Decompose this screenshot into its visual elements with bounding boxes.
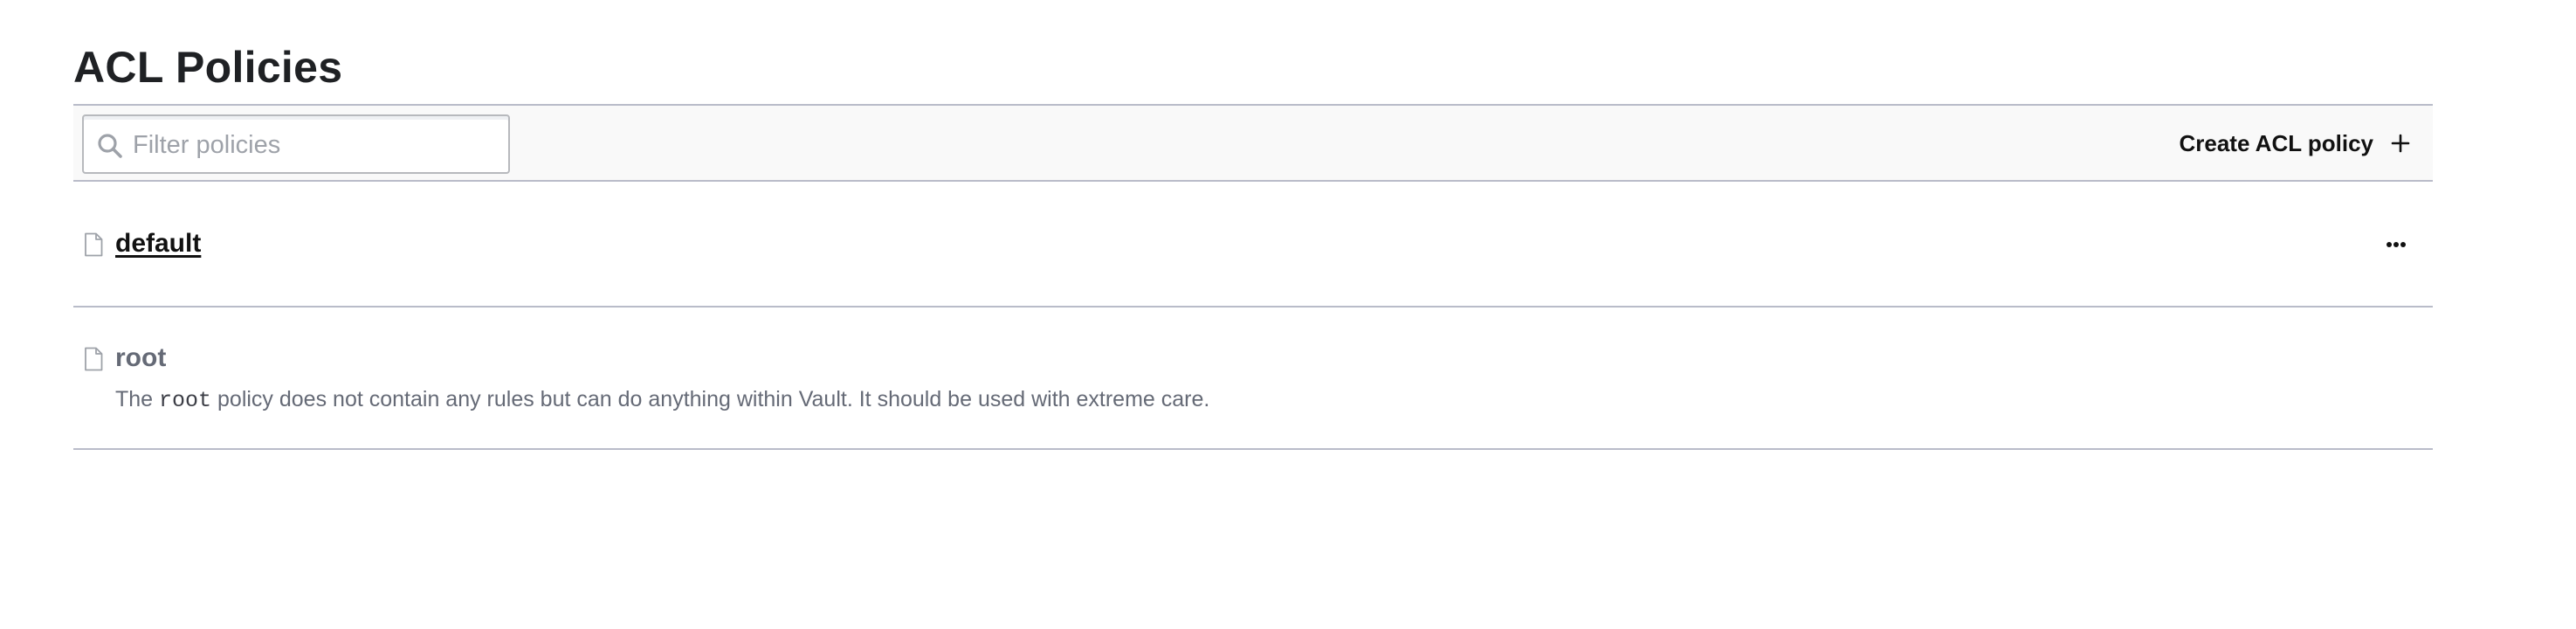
search-box[interactable] — [82, 114, 510, 174]
policy-name-link[interactable]: default — [115, 227, 201, 260]
create-acl-policy-label: Create ACL policy — [2179, 129, 2373, 156]
description-code: root — [159, 388, 212, 413]
description-prefix: The — [115, 387, 154, 411]
file-icon — [85, 347, 103, 371]
filter-policies-input[interactable] — [133, 125, 499, 165]
plus-icon — [2391, 134, 2410, 153]
acl-policies-page: ACL Policies Create ACL policy default — [0, 0, 2576, 629]
policy-row-default[interactable]: default — [73, 182, 2433, 308]
policy-actions-menu-button[interactable] — [2379, 232, 2414, 257]
search-icon — [98, 134, 122, 158]
policy-row-root: root The root policy does not contain an… — [73, 308, 2433, 450]
policy-description: The root policy does not contain any rul… — [115, 384, 1209, 416]
more-horizontal-icon — [2387, 242, 2406, 247]
file-icon — [85, 232, 103, 257]
page-title: ACL Policies — [73, 43, 343, 92]
create-acl-policy-button[interactable]: Create ACL policy — [2179, 116, 2410, 170]
policies-toolbar: Create ACL policy — [73, 104, 2433, 182]
description-suffix: policy does not contain any rules but ca… — [217, 387, 1210, 411]
policy-name: root — [115, 343, 167, 372]
